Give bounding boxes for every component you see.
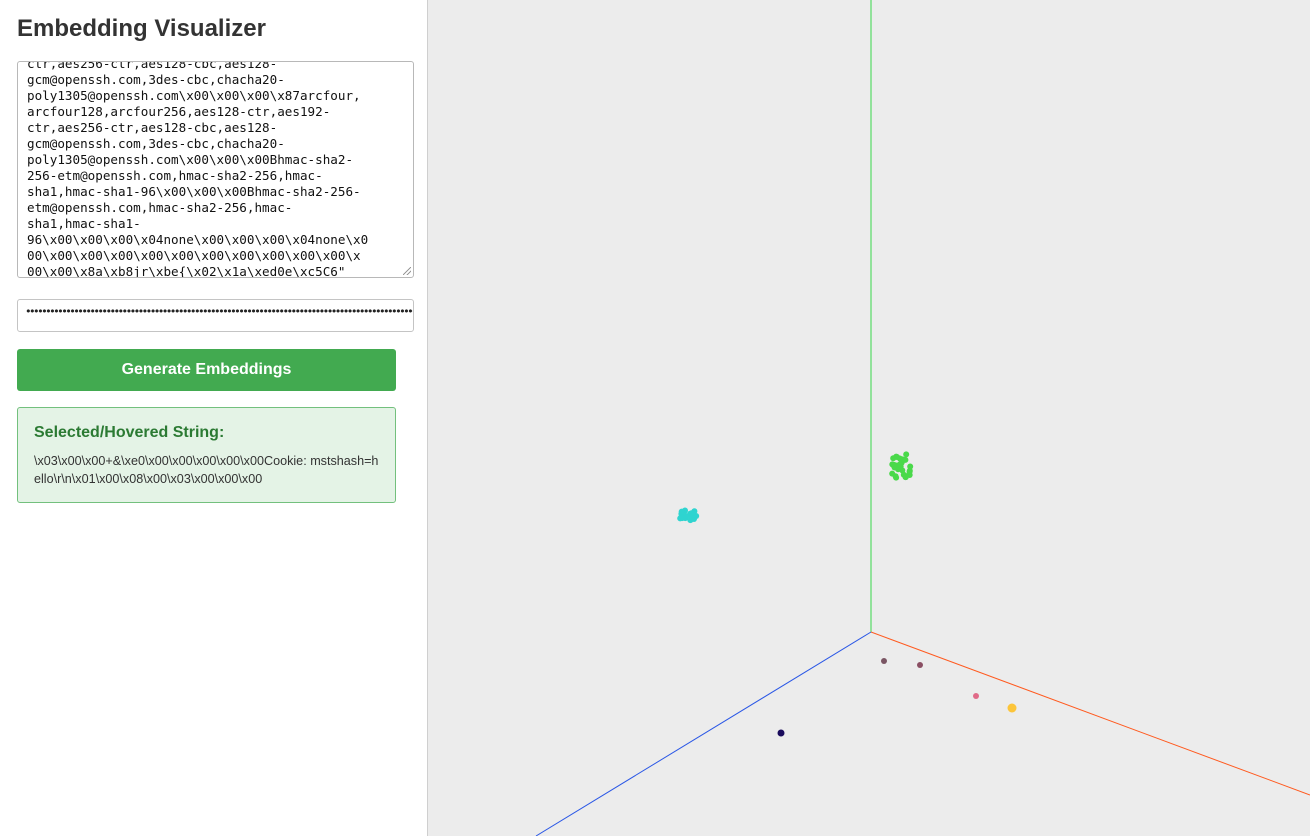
points-layer[interactable] — [677, 451, 1017, 737]
generate-embeddings-button[interactable]: Generate Embeddings — [17, 349, 396, 391]
text-input-content[interactable]: ctr,aes256-ctr,aes128-cbc,aes128- gcm@op… — [27, 62, 368, 277]
password-mask: ••••••••••••••••••••••••••••••••••••••••… — [25, 305, 413, 318]
cyan-cluster-point[interactable] — [677, 515, 684, 522]
cyan-cluster-point[interactable] — [688, 510, 695, 517]
3d-scatter-viewport[interactable] — [429, 0, 1310, 836]
selected-string-panel: Selected/Hovered String: \x03\x00\x00+&\… — [17, 407, 396, 503]
point-mauve-2[interactable] — [917, 662, 923, 668]
password-field[interactable]: ••••••••••••••••••••••••••••••••••••••••… — [17, 299, 414, 332]
green-cluster-point[interactable] — [902, 456, 909, 463]
scene-canvas[interactable] — [429, 0, 1310, 836]
resize-handle-icon[interactable] — [403, 267, 411, 275]
point-yellow[interactable] — [1007, 703, 1017, 713]
cyan-cluster-point[interactable] — [678, 508, 685, 515]
green-cluster-point[interactable] — [907, 463, 914, 470]
green-cluster-point[interactable] — [902, 474, 909, 481]
green-cluster-point[interactable] — [906, 468, 913, 475]
control-panel: Embedding Visualizer ctr,aes256-ctr,aes1… — [0, 0, 428, 836]
green-cluster-point[interactable] — [894, 454, 900, 460]
green-cluster-point[interactable] — [893, 462, 900, 469]
page-title: Embedding Visualizer — [17, 15, 266, 42]
green-cluster-point[interactable] — [892, 473, 899, 480]
selected-string-value: \x03\x00\x00+&\xe0\x00\x00\x00\x00\x00Co… — [34, 454, 379, 486]
text-input[interactable]: ctr,aes256-ctr,aes128-cbc,aes128- gcm@op… — [17, 61, 414, 278]
green-cluster-point[interactable] — [903, 451, 910, 458]
point-pink[interactable] — [973, 693, 979, 699]
point-mauve-1[interactable] — [881, 658, 887, 664]
z-axis-line — [535, 631, 872, 836]
selected-string-heading: Selected/Hovered String: — [34, 424, 225, 441]
x-axis-line — [870, 631, 1310, 796]
point-navy[interactable] — [777, 729, 785, 737]
